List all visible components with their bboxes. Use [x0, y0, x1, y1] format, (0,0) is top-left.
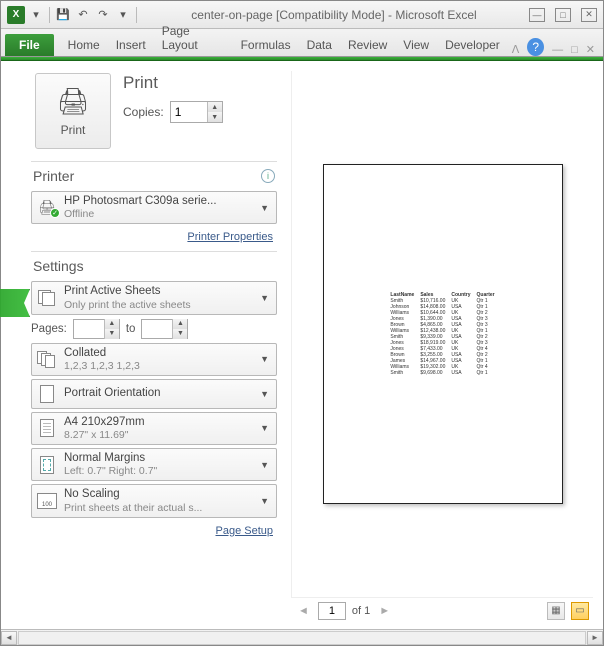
page-of-label: of 1 [352, 605, 370, 617]
pages-from-spinbox[interactable]: ▲▼ [73, 319, 120, 339]
maximize-button[interactable]: □ [555, 8, 571, 22]
copies-spinbox[interactable]: ▲▼ [170, 101, 223, 123]
scroll-track[interactable] [18, 631, 586, 645]
print-button-label: Print [61, 123, 86, 137]
chevron-down-icon: ▼ [257, 203, 272, 213]
paper-main: A4 210x297mm [64, 416, 251, 429]
chevron-down-icon: ▼ [257, 423, 272, 433]
zoom-to-page-button[interactable]: ▭ [571, 602, 589, 620]
scroll-right-icon[interactable]: ► [587, 631, 603, 645]
paper-size-icon [36, 419, 58, 437]
ribbon-minimize-icon[interactable]: ᐱ [508, 43, 524, 56]
scaling-dropdown[interactable]: 100 No Scaling Print sheets at their act… [31, 484, 277, 517]
print-panel: 🖨 Print Print Copies: ▲▼ Printer i 🖨✓ [31, 61, 281, 629]
tab-review[interactable]: Review [340, 34, 395, 56]
title-bar: X ▾ 💾 ↶ ↷ ▾ center-on-page [Compatibilit… [1, 1, 603, 29]
margins-sub: Left: 0.7" Right: 0.7" [64, 465, 251, 477]
copies-input[interactable] [171, 105, 207, 119]
print-header: Print [123, 73, 223, 93]
next-page-icon[interactable]: ► [376, 605, 393, 617]
paper-size-dropdown[interactable]: A4 210x297mm 8.27" x 11.69" ▼ [31, 412, 277, 445]
chevron-down-icon: ▼ [257, 354, 272, 364]
tab-insert[interactable]: Insert [108, 34, 154, 56]
ribbon: File Home Insert Page Layout Formulas Da… [1, 29, 603, 57]
copies-down-icon[interactable]: ▼ [208, 112, 222, 122]
backstage-left-edge [1, 61, 31, 629]
orientation-main: Portrait Orientation [64, 387, 251, 400]
margins-dropdown[interactable]: Normal Margins Left: 0.7" Right: 0.7" ▼ [31, 448, 277, 481]
printer-name: HP Photosmart C309a serie... [64, 195, 251, 208]
orientation-dropdown[interactable]: Portrait Orientation ▼ [31, 379, 277, 409]
collation-dropdown[interactable]: Collated 1,2,3 1,2,3 1,2,3 ▼ [31, 343, 277, 376]
printer-info-icon[interactable]: i [261, 169, 275, 183]
printer-section-header: Printer [33, 168, 74, 184]
pages-to-input[interactable] [142, 322, 172, 336]
collate-icon [36, 351, 58, 367]
scroll-left-icon[interactable]: ◄ [1, 631, 17, 645]
chevron-down-icon: ▼ [257, 496, 272, 506]
settings-section-header: Settings [33, 258, 84, 274]
tab-formulas[interactable]: Formulas [233, 34, 299, 56]
workbook-close-icon[interactable]: ✕ [582, 43, 599, 56]
margins-icon [36, 456, 58, 474]
copies-up-icon[interactable]: ▲ [208, 102, 222, 112]
collation-main: Collated [64, 347, 251, 360]
minimize-button[interactable]: — [529, 8, 545, 22]
print-preview-pane: LastNameSalesCountryQuarterSmith$10,716.… [281, 61, 603, 629]
print-what-sub: Only print the active sheets [64, 299, 251, 311]
tab-developer[interactable]: Developer [437, 34, 508, 56]
pages-from-input[interactable] [74, 322, 104, 336]
printer-device-icon: 🖨✓ [36, 199, 58, 216]
paper-sub: 8.27" x 11.69" [64, 429, 251, 441]
printer-icon: 🖨 [56, 86, 89, 117]
margins-main: Normal Margins [64, 452, 251, 465]
printer-dropdown[interactable]: 🖨✓ HP Photosmart C309a serie... Offline … [31, 191, 277, 224]
preview-data-table: LastNameSalesCountryQuarterSmith$10,716.… [387, 292, 497, 376]
chevron-down-icon: ▼ [257, 389, 272, 399]
scaling-sub: Print sheets at their actual s... [64, 502, 251, 514]
preview-sheet: LastNameSalesCountryQuarterSmith$10,716.… [323, 164, 563, 504]
redo-icon[interactable]: ↷ [94, 6, 112, 24]
excel-logo-icon: X [7, 6, 25, 24]
print-what-dropdown[interactable]: Print Active Sheets Only print the activ… [31, 281, 277, 314]
tab-home[interactable]: Home [60, 34, 108, 56]
prev-page-icon[interactable]: ◄ [295, 605, 312, 617]
scaling-main: No Scaling [64, 488, 251, 501]
printer-properties-link[interactable]: Printer Properties [187, 231, 273, 243]
chevron-down-icon: ▼ [257, 460, 272, 470]
pages-to-spinbox[interactable]: ▲▼ [141, 319, 188, 339]
save-icon[interactable]: 💾 [54, 6, 72, 24]
pages-to-label: to [126, 323, 136, 335]
chevron-down-icon: ▼ [257, 293, 272, 303]
preview-navigation: ◄ of 1 ► ▦ ▭ [291, 597, 593, 623]
qat-dropdown-icon[interactable]: ▾ [27, 6, 45, 24]
print-button[interactable]: 🖨 Print [35, 73, 111, 149]
copies-label: Copies: [123, 105, 164, 119]
help-icon[interactable]: ? [527, 38, 544, 56]
backstage-notch-icon [0, 289, 30, 317]
workbook-minimize-icon[interactable]: — [548, 44, 567, 56]
tab-data[interactable]: Data [299, 34, 340, 56]
sheets-icon [36, 290, 58, 306]
printer-status-text: Offline [64, 208, 251, 220]
file-tab[interactable]: File [5, 34, 54, 56]
tab-view[interactable]: View [395, 34, 437, 56]
undo-icon[interactable]: ↶ [74, 6, 92, 24]
quick-access-toolbar: X ▾ 💾 ↶ ↷ ▾ [7, 6, 139, 24]
close-button[interactable]: ✕ [581, 8, 597, 22]
collation-sub: 1,2,3 1,2,3 1,2,3 [64, 360, 251, 372]
print-what-main: Print Active Sheets [64, 285, 251, 298]
tab-page-layout[interactable]: Page Layout [154, 20, 233, 56]
scaling-icon: 100 [36, 493, 58, 509]
show-margins-button[interactable]: ▦ [547, 602, 565, 620]
page-setup-link[interactable]: Page Setup [216, 525, 274, 537]
orientation-icon [36, 385, 58, 403]
horizontal-scrollbar[interactable]: ◄ ► [1, 629, 603, 645]
qat-more-icon[interactable]: ▾ [114, 6, 132, 24]
workbook-restore-icon[interactable]: □ [567, 44, 582, 56]
pages-label: Pages: [31, 323, 67, 335]
current-page-input[interactable] [318, 602, 346, 620]
